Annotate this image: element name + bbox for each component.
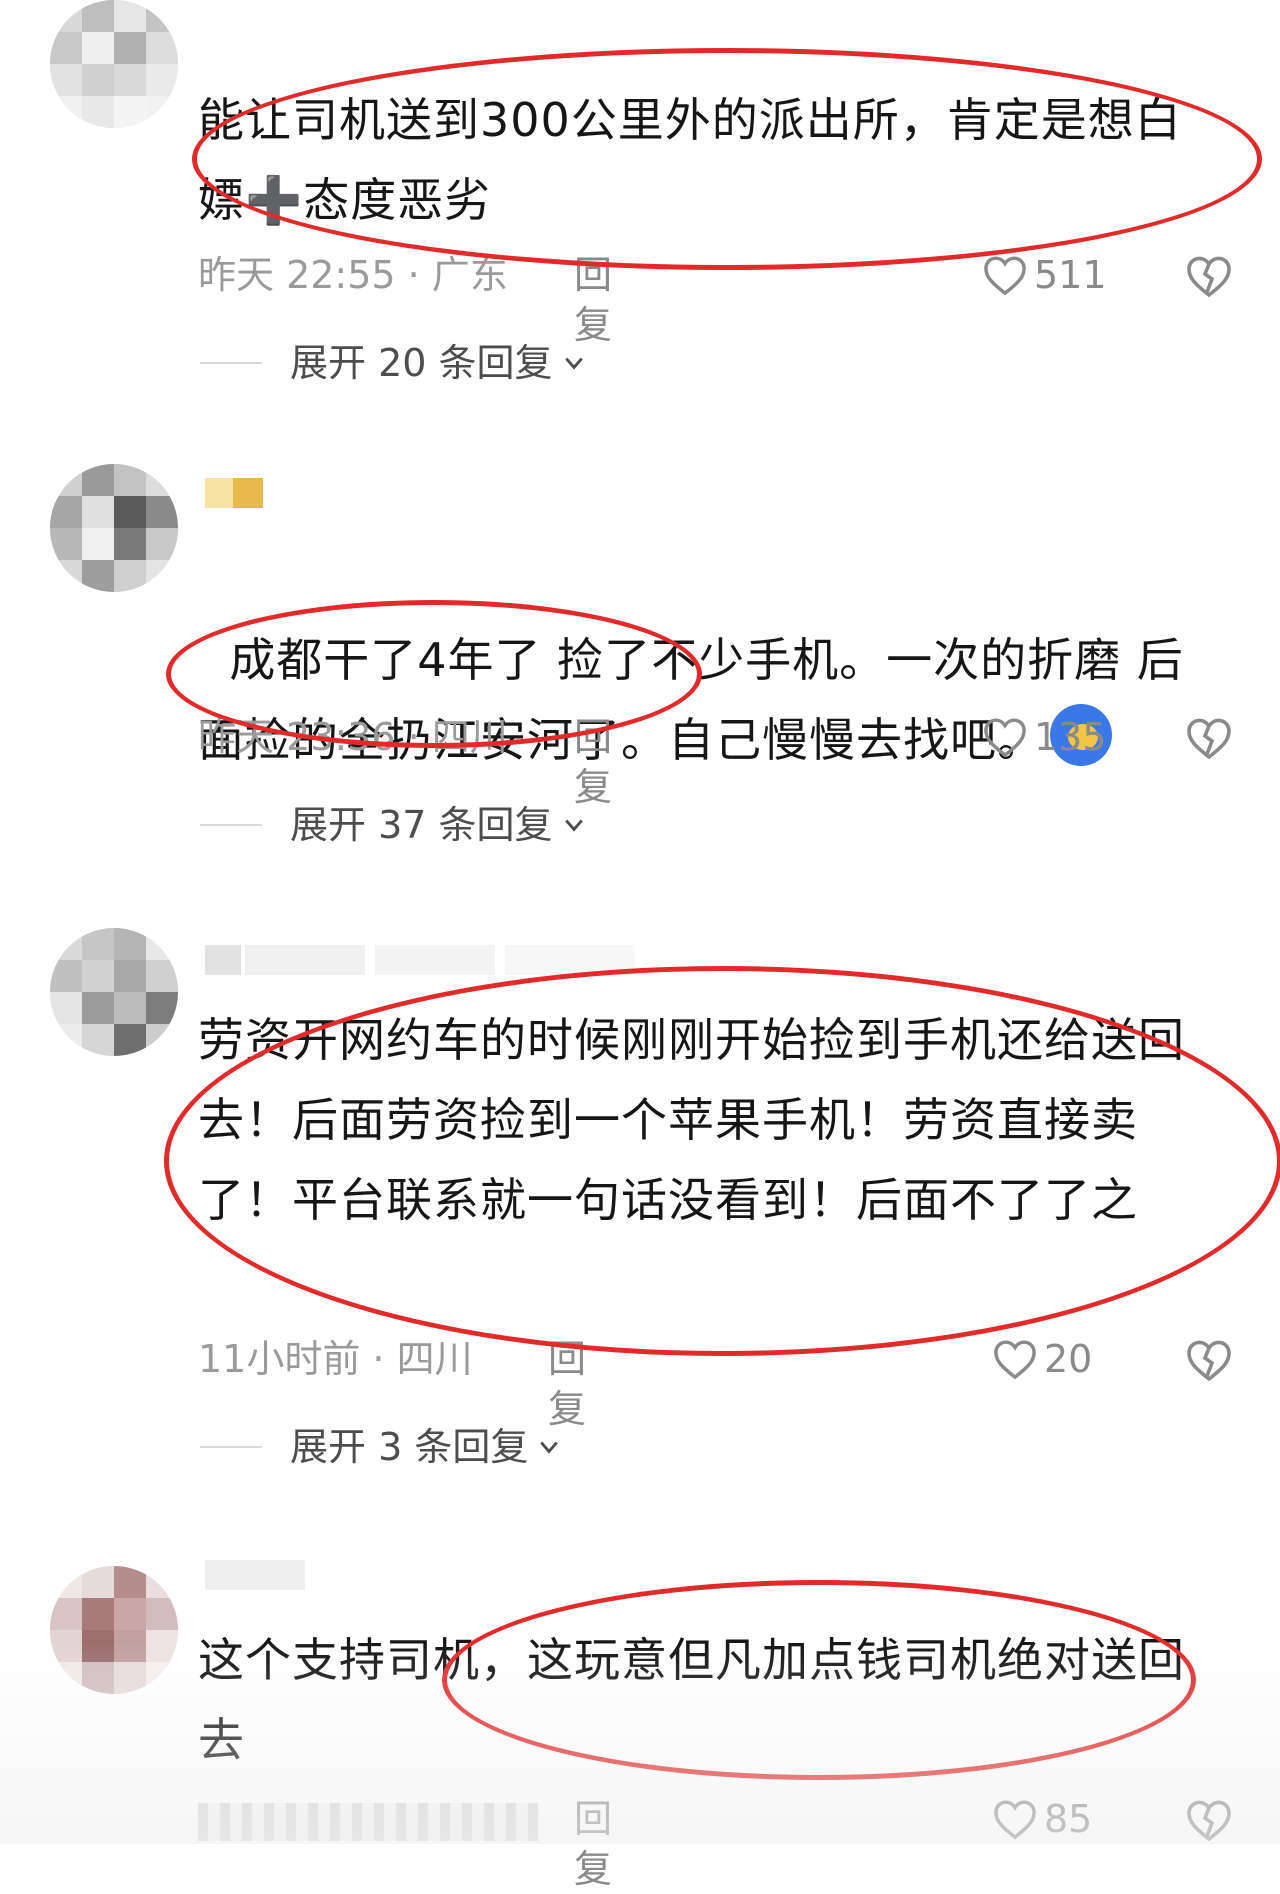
broken-heart-icon[interactable] (1185, 1336, 1233, 1384)
like-button[interactable]: 20 (992, 1334, 1092, 1384)
heart-icon (994, 1800, 1036, 1840)
like-count: 85 (1044, 1797, 1093, 1841)
heart-icon (984, 256, 1026, 296)
reply-button[interactable]: 回复 (574, 712, 612, 812)
avatar[interactable] (50, 1566, 178, 1694)
comment-text: 能让司机送到300公里外的派出所，肯定是想白嫖➕态度恶劣 (198, 93, 1182, 227)
expand-replies-button[interactable]: 展开 37 条回复 (200, 800, 585, 850)
chevron-down-icon (540, 1441, 559, 1454)
reply-button[interactable]: 回复 (574, 1794, 612, 1894)
comment-time-location: 昨天 22:55 · 广东 (198, 253, 508, 297)
comment-meta: 昨天 22:55 · 广东 回复 (198, 250, 612, 347)
divider (200, 1446, 262, 1448)
broken-heart-icon[interactable] (1185, 252, 1233, 300)
expand-replies-label: 展开 3 条回复 (290, 1425, 529, 1469)
avatar[interactable] (50, 0, 178, 128)
comment-meta: 回复 (198, 1794, 612, 1891)
chevron-down-icon (564, 357, 583, 370)
broken-heart-icon[interactable] (1185, 1796, 1233, 1844)
like-count: 511 (1034, 253, 1107, 297)
chevron-down-icon (564, 819, 583, 832)
comment-text: 劳资开网约车的时候刚刚开始捡到手机还给送回去！后面劳资捡到一个苹果手机！劳资直接… (198, 1013, 1185, 1227)
expand-replies-button[interactable]: 展开 3 条回复 (200, 1422, 560, 1472)
heart-icon (994, 1340, 1036, 1380)
comment-time-location: 昨天 23:36 · 四川 (198, 715, 508, 759)
heart-icon (984, 718, 1026, 758)
comment-time-location: 11小时前 · 四川 (198, 1337, 473, 1381)
comment-time-location-blurred (198, 1802, 538, 1841)
expand-replies-label: 展开 20 条回复 (290, 341, 553, 385)
comment-text: 这个支持司机，这玩意但凡加点钱司机绝对送回去 (198, 1633, 1185, 1767)
reply-button[interactable]: 回复 (574, 250, 612, 350)
comment-meta: 昨天 23:36 · 四川 回复 (198, 712, 612, 809)
divider (200, 362, 262, 364)
like-button[interactable]: 511 (982, 250, 1107, 300)
broken-heart-icon[interactable] (1185, 714, 1233, 762)
comment-meta: 11小时前 · 四川 回复 (198, 1334, 586, 1431)
like-button[interactable]: 135 (982, 712, 1107, 762)
avatar[interactable] (50, 464, 178, 592)
divider (200, 824, 262, 826)
like-button[interactable]: 85 (992, 1794, 1092, 1844)
like-count: 135 (1034, 715, 1107, 759)
expand-replies-label: 展开 37 条回复 (290, 803, 553, 847)
like-count: 20 (1044, 1337, 1093, 1381)
reply-button[interactable]: 回复 (548, 1334, 586, 1434)
avatar[interactable] (50, 928, 178, 1056)
expand-replies-button[interactable]: 展开 20 条回复 (200, 338, 585, 388)
